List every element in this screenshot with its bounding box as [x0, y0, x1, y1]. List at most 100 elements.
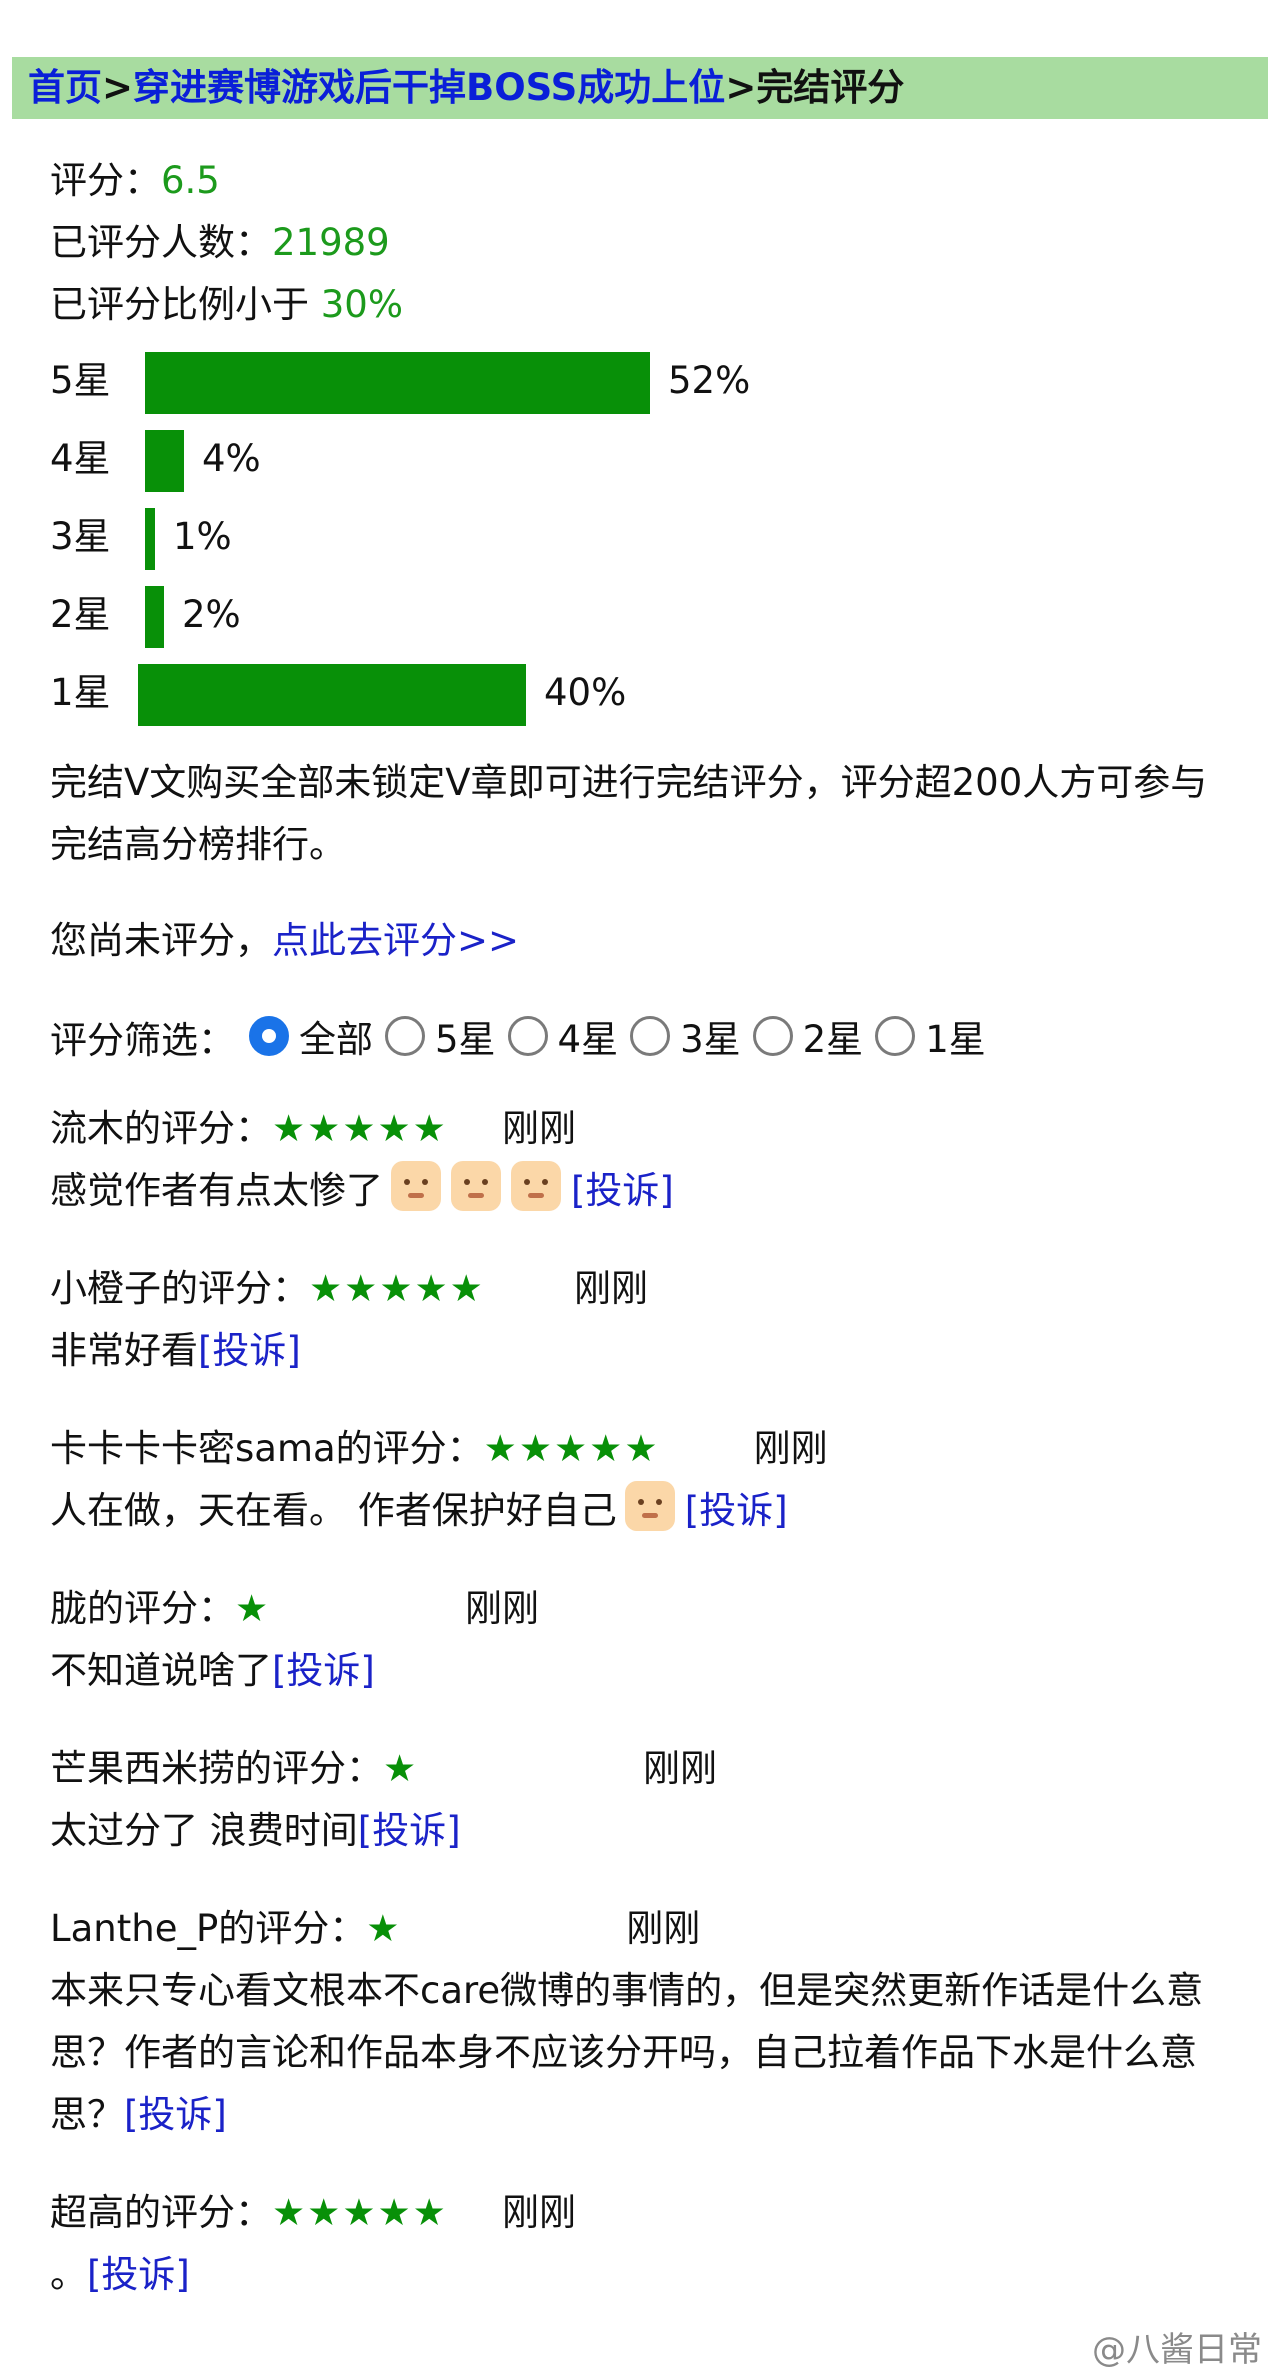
- review-time: 刚刚: [626, 1907, 701, 1950]
- distribution-label: 1星: [50, 671, 111, 714]
- distribution-row: 5星 52%: [50, 342, 1250, 420]
- review-header: 小橙子的评分： ★★★★★ 刚刚: [50, 1258, 1250, 1320]
- star-rating-icon: ★★★★★: [272, 2191, 448, 2234]
- complaint-link[interactable]: [投诉]: [198, 1329, 301, 1372]
- distribution-percent: 4%: [202, 437, 261, 480]
- filter-option-label: 3星: [680, 1018, 741, 1061]
- rated-ratio-value: 30%: [320, 283, 404, 326]
- go-rate-link[interactable]: 点此去评分>>: [272, 919, 519, 962]
- distribution-percent: 2%: [182, 593, 241, 636]
- filter-option[interactable]: 全部: [249, 1009, 373, 1063]
- radio-button[interactable]: [752, 1016, 793, 1056]
- rater-count-line: 已评分人数：21989: [50, 212, 1250, 274]
- sad-face-emoji-icon: [511, 1161, 561, 1211]
- score-value: 6.5: [161, 159, 220, 202]
- review-body: 不知道说啥了[投诉]: [50, 1640, 1230, 1702]
- complaint-link[interactable]: [投诉]: [124, 2093, 227, 2136]
- filter-option[interactable]: 2星: [752, 1009, 864, 1063]
- complaint-link[interactable]: [投诉]: [272, 1649, 375, 1692]
- review-body: 。[投诉]: [50, 2244, 1230, 2306]
- watermark: @八酱日常: [1092, 2330, 1262, 2370]
- star-rating-icon: ★: [235, 1587, 271, 1630]
- distribution-row: 1星 40%: [50, 654, 1250, 732]
- review-header: 卡卡卡卡密sama的评分： ★★★★★ 刚刚: [50, 1418, 1250, 1480]
- unrated-text: 您尚未评分，: [50, 919, 272, 962]
- review-body: 人在做，天在看。 作者保护好自己 [投诉]: [50, 1480, 1230, 1542]
- review-time: 刚刚: [753, 1427, 828, 1470]
- distribution-bar: [145, 508, 155, 570]
- distribution-bar: [145, 352, 650, 414]
- star-rating-icon: ★: [383, 1747, 419, 1790]
- star-rating-icon: ★★★★★: [272, 1107, 448, 1150]
- complaint-link[interactable]: [投诉]: [87, 2253, 190, 2296]
- rater-count-label: 已评分人数：: [50, 221, 272, 264]
- reviewer-name: 小橙子的评分：: [50, 1267, 309, 1310]
- reviewer-name: 流木的评分：: [50, 1107, 272, 1150]
- distribution-percent: 52%: [668, 359, 751, 402]
- star-distribution: 5星 52% 4星 4% 3星 1% 2星 2% 1星 40%: [50, 342, 1250, 732]
- review-item: Lanthe_P的评分： ★ 刚刚 本来只专心看文根本不care微博的事情的，但是突然…: [50, 1898, 1250, 2146]
- review-body: 本来只专心看文根本不care微博的事情的，但是突然更新作话是什么意思？作者的言论…: [50, 1960, 1230, 2146]
- review-body: 感觉作者有点太惨了 [投诉]: [50, 1160, 1230, 1222]
- filter-option[interactable]: 4星: [507, 1009, 618, 1063]
- filter-label: 评分筛选：: [50, 1019, 235, 1062]
- distribution-bar: [145, 430, 184, 492]
- rater-count-value: 21989: [272, 221, 390, 264]
- filter-options: 全部 5星 4星 3星 2星 1星: [249, 1009, 998, 1065]
- radio-button[interactable]: [249, 1016, 289, 1056]
- review-list: 流木的评分： ★★★★★ 刚刚 感觉作者有点太惨了 [投诉] 小橙子的评分： ★★★★★ 刚刚…: [50, 1098, 1250, 2306]
- filter-option-label: 全部: [299, 1018, 373, 1061]
- radio-button[interactable]: [630, 1016, 671, 1056]
- filter-option[interactable]: 1星: [875, 1009, 986, 1063]
- filter-option[interactable]: 5星: [385, 1009, 496, 1063]
- review-item: 卡卡卡卡密sama的评分： ★★★★★ 刚刚人在做，天在看。 作者保护好自己 [投诉]: [50, 1418, 1250, 1542]
- star-rating-icon: ★: [366, 1907, 402, 1950]
- reviewer-name: 卡卡卡卡密sama的评分：: [50, 1427, 484, 1470]
- filter-option-label: 2星: [802, 1018, 864, 1061]
- review-header: Lanthe_P的评分： ★ 刚刚: [50, 1898, 1250, 1960]
- filter-option[interactable]: 3星: [630, 1009, 741, 1063]
- review-item: 胧的评分： ★ 刚刚 不知道说啥了[投诉]: [50, 1578, 1250, 1702]
- complaint-link[interactable]: [投诉]: [358, 1809, 461, 1852]
- breadcrumb: 首页>穿进赛博游戏后干掉BOSS成功上位>完结评分: [12, 57, 1268, 119]
- unrated-line: 您尚未评分，点此去评分>>: [50, 910, 1250, 972]
- review-body: 太过分了 浪费时间[投诉]: [50, 1800, 1230, 1862]
- radio-button[interactable]: [875, 1016, 916, 1056]
- review-time: 刚刚: [643, 1747, 717, 1790]
- complaint-link[interactable]: [投诉]: [571, 1169, 674, 1212]
- distribution-percent: 40%: [544, 671, 627, 714]
- distribution-row: 3星 1%: [50, 498, 1250, 576]
- reviewer-name: 超高的评分：: [50, 2191, 272, 2234]
- breadcrumb-separator: >: [725, 66, 757, 109]
- score-label: 评分：: [50, 159, 161, 202]
- distribution-label: 2星: [50, 593, 111, 636]
- star-rating-icon: ★★★★★: [483, 1427, 660, 1470]
- sad-face-emoji-icon: [391, 1161, 441, 1211]
- filter-option-label: 5星: [435, 1018, 496, 1061]
- reviewer-name: 芒果西米捞的评分：: [50, 1747, 383, 1790]
- review-text: 太过分了 浪费时间: [50, 1809, 358, 1852]
- filter-option-label: 1星: [925, 1018, 986, 1061]
- complaint-link[interactable]: [投诉]: [685, 1489, 788, 1532]
- score-line: 评分：6.5: [50, 150, 1250, 212]
- review-header: 流木的评分： ★★★★★ 刚刚: [50, 1098, 1250, 1160]
- review-text: 。: [50, 2253, 87, 2296]
- review-text: 非常好看: [50, 1329, 198, 1372]
- sad-face-emoji-icon: [451, 1161, 501, 1211]
- distribution-row: 4星 4%: [50, 420, 1250, 498]
- review-header: 芒果西米捞的评分： ★ 刚刚: [50, 1738, 1250, 1800]
- review-text: 人在做，天在看。 作者保护好自己: [50, 1489, 617, 1532]
- review-time: 刚刚: [465, 1587, 539, 1630]
- review-time: 刚刚: [502, 1107, 576, 1150]
- breadcrumb-home-link[interactable]: 首页: [28, 66, 102, 109]
- breadcrumb-separator: >: [102, 66, 134, 109]
- rating-content: 评分：6.5 已评分人数：21989 已评分比例小于 30% 5星 52% 4星 4%…: [50, 150, 1250, 2306]
- breadcrumb-current: 完结评分: [756, 66, 905, 109]
- review-item: 小橙子的评分： ★★★★★ 刚刚非常好看[投诉]: [50, 1258, 1250, 1382]
- breadcrumb-book-link[interactable]: 穿进赛博游戏后干掉BOSS成功上位: [133, 66, 725, 109]
- sad-face-emoji-icon: [624, 1481, 675, 1531]
- distribution-label: 5星: [50, 359, 111, 402]
- distribution-bar: [138, 664, 526, 726]
- radio-button[interactable]: [385, 1016, 425, 1056]
- radio-button[interactable]: [507, 1016, 548, 1056]
